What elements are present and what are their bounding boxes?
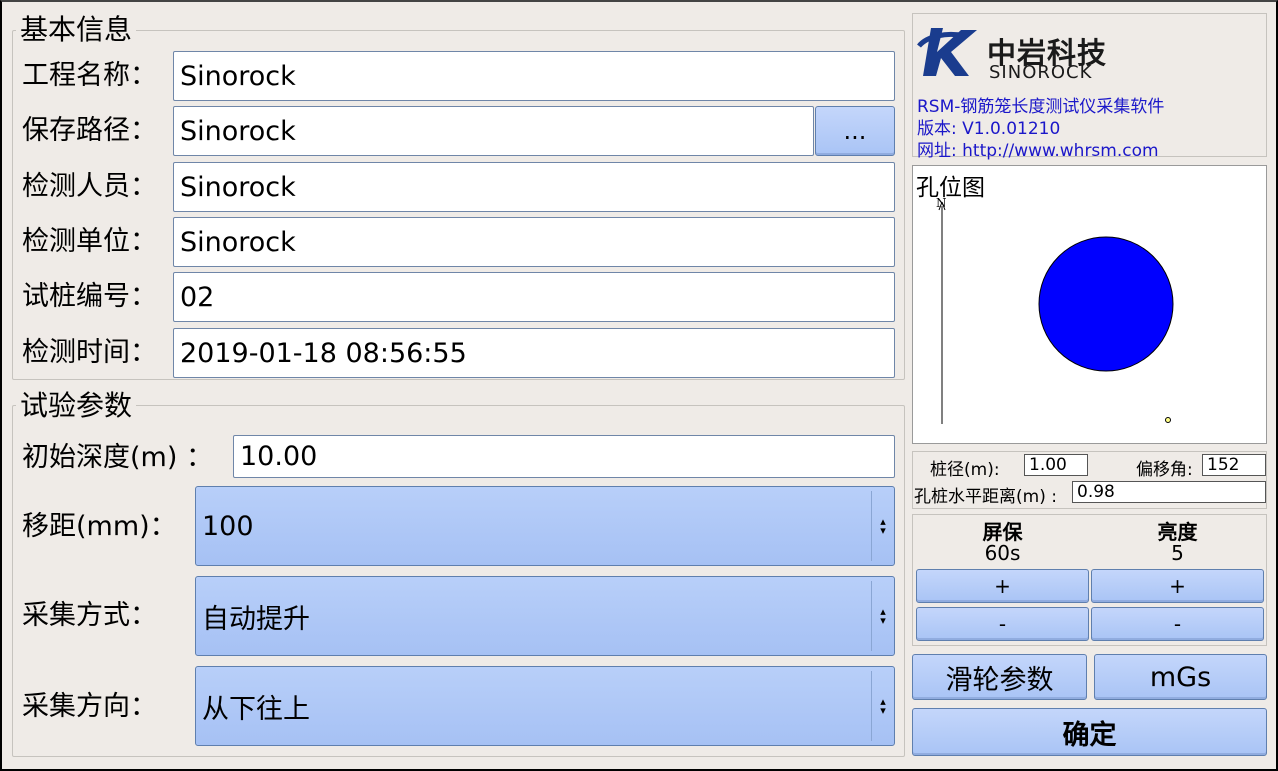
inspector-label: 检测人员： xyxy=(22,171,157,202)
browse-button[interactable]: ... xyxy=(815,106,895,156)
step-select-separator xyxy=(871,491,872,561)
pile-number-label: 试桩编号： xyxy=(22,281,157,312)
inspection-unit-field[interactable]: Sinorock xyxy=(173,217,895,267)
initial-depth-field[interactable]: 10.00 xyxy=(233,435,895,478)
website-link[interactable]: 网址: http://www.whrsm.com xyxy=(917,136,1159,161)
offset-angle-label: 偏移角: xyxy=(1136,460,1193,480)
screensaver-plus-button[interactable]: + xyxy=(916,569,1089,603)
step-select[interactable]: 100 ▴ ▾ xyxy=(195,486,895,566)
pile-diameter-field[interactable]: 1.00 xyxy=(1024,454,1088,476)
brightness-minus-button[interactable]: - xyxy=(1091,607,1264,641)
brand-panel: 中岩科技 SINOROCK RSM-钢筋笼长度测试仪采集软件 版本: V1.0.… xyxy=(912,13,1267,161)
inspection-unit-label: 检测单位： xyxy=(22,226,157,257)
up-down-arrow-icon[interactable]: ▴ ▾ xyxy=(878,696,888,716)
collect-direction-select[interactable]: 从下往上 ▴ ▾ xyxy=(195,666,895,746)
pile-diameter-label: 桩径(m): xyxy=(930,460,1000,480)
project-name-label: 工程名称： xyxy=(22,60,157,91)
offset-angle-field[interactable]: 152 xyxy=(1202,454,1266,476)
save-path-field[interactable]: Sinorock xyxy=(173,106,814,156)
logo-en: SINOROCK xyxy=(989,62,1093,83)
inspector-field[interactable]: Sinorock xyxy=(173,162,895,212)
north-label: N xyxy=(936,196,947,210)
project-name-field[interactable]: Sinorock xyxy=(173,51,895,101)
collect-direction-value: 从下往上 xyxy=(202,693,310,725)
sinorock-logo-icon xyxy=(917,28,977,76)
inspection-time-label: 检测时间： xyxy=(22,337,157,368)
mgs-button[interactable]: mGs xyxy=(1094,654,1267,700)
collect-mode-select[interactable]: 自动提升 ▴ ▾ xyxy=(195,576,895,656)
pile-circle xyxy=(1038,236,1174,372)
inspection-time-field[interactable]: 2019-01-18 08:56:55 xyxy=(173,328,895,378)
horizontal-distance-label: 孔桩水平距离(m) : xyxy=(914,487,1057,507)
step-label: 移距(mm)： xyxy=(22,511,177,542)
save-path-label: 保存路径： xyxy=(22,115,157,146)
pile-number-field[interactable]: 02 xyxy=(173,272,895,322)
collect-mode-separator xyxy=(871,581,872,651)
test-params-title: 试验参数 xyxy=(16,391,137,421)
up-down-arrow-icon[interactable]: ▴ ▾ xyxy=(878,516,888,536)
initial-depth-label: 初始深度(m) ： xyxy=(22,442,213,473)
up-down-arrow-icon[interactable]: ▴ ▾ xyxy=(878,606,888,626)
brightness-plus-button[interactable]: + xyxy=(1091,569,1264,603)
hole-marker xyxy=(1165,417,1171,423)
pulley-params-button[interactable]: 滑轮参数 xyxy=(912,654,1087,700)
horizontal-distance-field[interactable]: 0.98 xyxy=(1072,481,1266,503)
hole-map-panel: 孔位图 N xyxy=(912,165,1267,444)
collect-mode-label: 采集方式： xyxy=(22,600,157,631)
confirm-button[interactable]: 确定 xyxy=(912,708,1267,756)
hole-map-canvas xyxy=(938,201,1174,424)
collect-mode-value: 自动提升 xyxy=(202,603,310,635)
brightness-value: 5 xyxy=(1171,541,1184,565)
basic-info-title: 基本信息 xyxy=(16,15,137,45)
screensaver-value: 60s xyxy=(984,541,1021,565)
collect-direction-label: 采集方向： xyxy=(22,691,157,722)
collect-direction-separator xyxy=(871,671,872,741)
screensaver-minus-button[interactable]: - xyxy=(916,607,1089,641)
step-select-value: 100 xyxy=(202,510,254,542)
